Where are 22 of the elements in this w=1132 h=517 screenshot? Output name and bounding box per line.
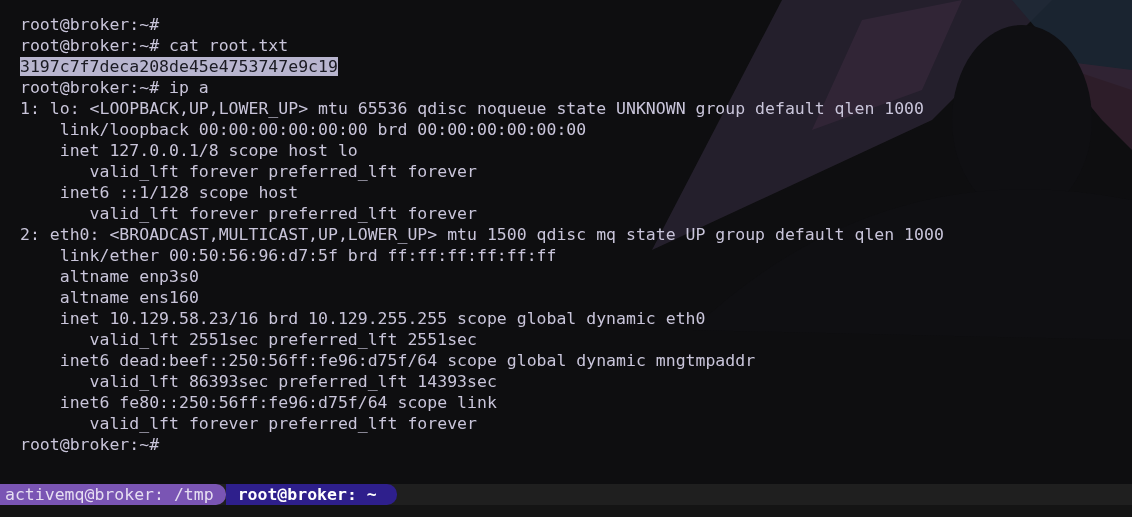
terminal-tab[interactable]: activemq@broker: /tmp — [0, 484, 226, 505]
terminal-line: valid_lft forever preferred_lft forever — [88, 204, 477, 223]
terminal-line: link/loopback 00:00:00:00:00:00 brd 00:00:00:00:00:00 — [58, 120, 587, 139]
terminal-line: valid_lft 86393sec preferred_lft 14393sec — [88, 372, 497, 391]
terminal-line: root@broker:~# — [20, 15, 160, 34]
terminal-line: inet 10.129.58.23/16 brd 10.129.255.255 scope global dynamic eth0 — [58, 309, 706, 328]
terminal-tab[interactable]: root@broker: ~ — [225, 484, 397, 505]
terminal-line: inet6 fe80::250:56ff:fe96:d75f/64 scope link — [58, 393, 497, 412]
terminal-line: valid_lft 2551sec preferred_lft 2551sec — [88, 330, 477, 349]
terminal-line: altname ens160 — [58, 288, 199, 307]
terminal-line: altname enp3s0 — [58, 267, 199, 286]
terminal-line: root@broker:~# — [20, 435, 160, 454]
terminal-line: inet6 ::1/128 scope host — [58, 183, 299, 202]
terminal-line: inet6 dead:beef::250:56ff:fe96:d75f/64 scope global dynamic mngtmpaddr — [58, 351, 756, 370]
terminal-line: root@broker:~# ip a — [20, 78, 209, 97]
terminal-line: valid_lft forever preferred_lft forever — [88, 414, 477, 433]
terminal-line: 1: lo: <LOOPBACK,UP,LOWER_UP> mtu 65536 qdisc noqueue state UNKNOWN group default qlen 1000 — [20, 99, 924, 118]
terminal-line: inet 127.0.0.1/8 scope host lo — [58, 141, 358, 160]
terminal-line: 2: eth0: <BROADCAST,MULTICAST,UP,LOWER_UP> mtu 1500 qdisc mq state UP group default qlen 1000 — [20, 225, 944, 244]
terminal-line: link/ether 00:50:56:96:d7:5f brd ff:ff:ff:ff:ff:ff — [58, 246, 557, 265]
terminal-line: valid_lft forever preferred_lft forever — [88, 162, 477, 181]
terminal-line: root@broker:~# cat root.txt — [20, 36, 289, 55]
